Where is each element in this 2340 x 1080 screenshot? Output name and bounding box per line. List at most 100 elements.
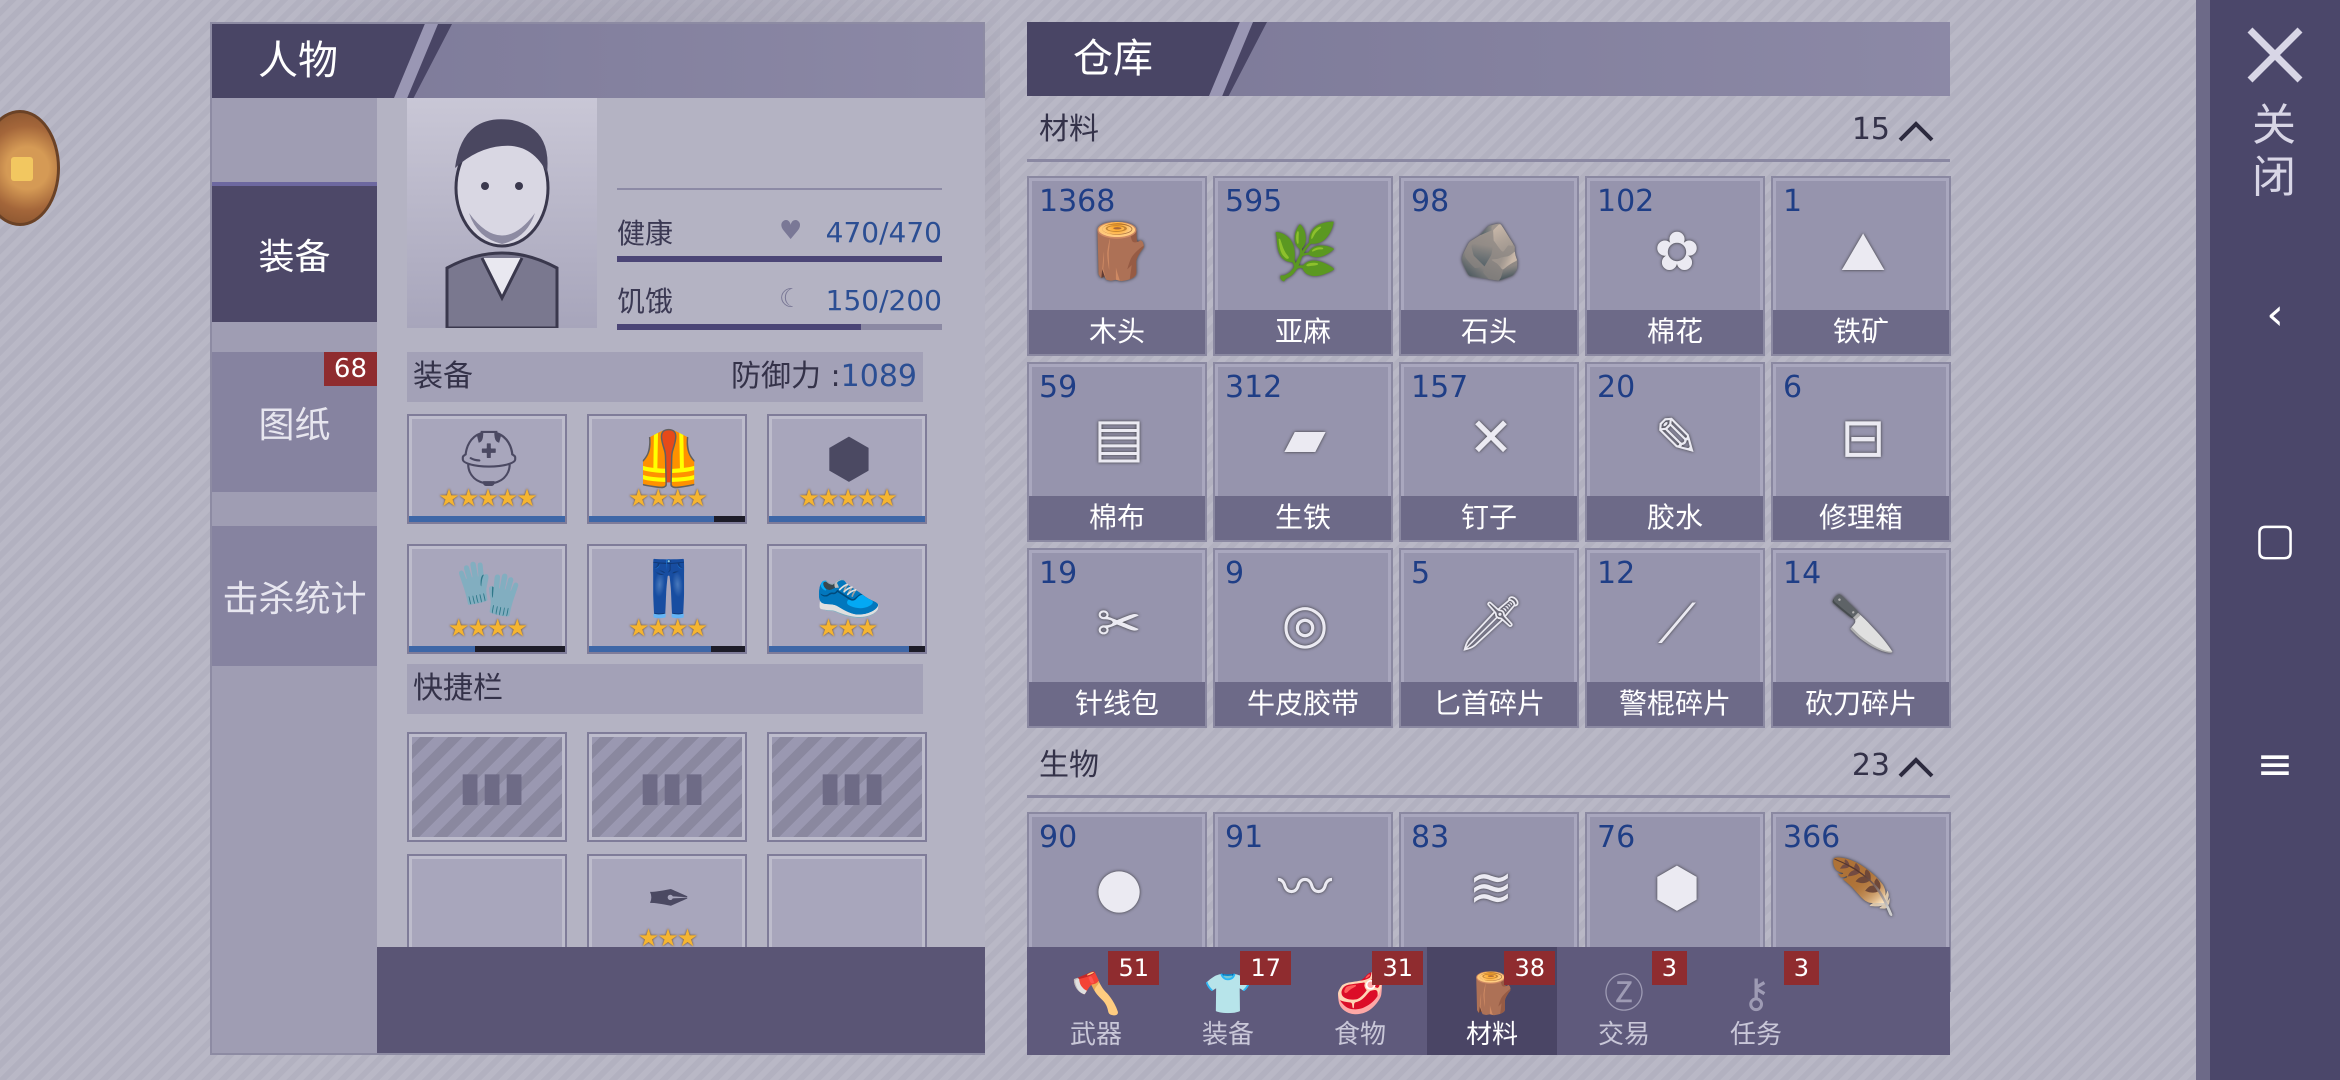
home-icon[interactable]: ▢ [2250,515,2300,565]
side-tab-blueprints[interactable]: 图纸 68 [212,352,377,492]
inventory-item[interactable]: 595 🌿 亚麻 [1213,176,1393,356]
side-tab-label: 图纸 [258,405,331,446]
quickbar-slot-locked[interactable]: ▮▮▮ [767,732,927,842]
inventory-item[interactable]: 5 🗡 匕首碎片 [1399,548,1579,728]
item-icon: ⟋ [1658,592,1696,655]
item-name: 针线包 [1029,682,1205,726]
inventory-item[interactable]: 1 ⛰ 铁矿 [1771,176,1951,356]
inventory-item[interactable]: 98 🪨 石头 [1399,176,1579,356]
badge-count: 68 [323,352,377,386]
category-tab-key[interactable]: ⚷ 任务 3 [1691,947,1821,1055]
durability-bar [769,646,925,652]
star-rating: ★★★★ [627,614,708,642]
item-name: 砍刀碎片 [1773,682,1949,726]
equipment-slot[interactable]: 👖 ★★★★ [587,544,747,654]
character-portrait [407,98,597,330]
warehouse-header: 仓库 [1027,22,1950,96]
inventory-item[interactable]: 6 ⊟ 修理箱 [1771,362,1951,542]
quickbar-label: 快捷栏 [413,671,503,706]
quickbar-slot-locked[interactable]: ▮▮▮ [587,732,747,842]
durability-bar [589,516,745,522]
item-name: 胶水 [1587,496,1763,540]
star-rating: ★★★★★ [438,484,538,512]
hunger-value: 150/200 [825,284,942,317]
item-name: 亚麻 [1215,310,1391,354]
category-tab-wood[interactable]: 🪵 材料 38 [1427,947,1557,1055]
item-icon: ⬢ [1653,856,1701,919]
stomach-icon: ☾ [779,284,803,314]
heart-icon: ♥ [779,216,803,246]
inventory-item[interactable]: 59 ▤ 棉布 [1027,362,1207,542]
health-stat: 健康 ♥ 470/470 [617,202,942,262]
inventory-item[interactable]: 20 ✎ 胶水 [1585,362,1765,542]
item-quantity: 1 [1783,184,1803,219]
inventory-item[interactable]: 9 ◎ 牛皮胶带 [1213,548,1393,728]
hunger-label: 饥饿 [617,285,674,318]
ammo-icon: ▮▮▮ [459,764,526,810]
equipment-slot[interactable]: 👟 ★★★ [767,544,927,654]
item-name: 木头 [1029,310,1205,354]
item-name: 牛皮胶带 [1215,682,1391,726]
equipment-slot[interactable]: 🧤 ★★★★ [407,544,567,654]
badge-count: 17 [1240,951,1291,985]
warehouse-title: 仓库 [1027,22,1267,96]
inventory-item[interactable]: 12 ⟋ 警棍碎片 [1585,548,1765,728]
badge-count: 3 [1783,951,1819,985]
item-icon: 🪵 [1085,220,1153,283]
menu-icon[interactable]: ≡ [2250,740,2300,790]
item-name: 生铁 [1215,496,1391,540]
category-tab-axe[interactable]: 🪓 武器 51 [1031,947,1161,1055]
side-tab-kill-stats[interactable]: 击杀统计 [212,526,377,666]
equipment-slot[interactable]: 🦺 ★★★★ [587,414,747,524]
tab-label: 交易 [1597,1020,1650,1050]
item-icon: 🔪 [1829,592,1897,655]
inventory-item[interactable]: 157 ✕ 钉子 [1399,362,1579,542]
close-icon[interactable] [2240,20,2310,90]
item-icon: ✿ [1654,220,1700,283]
back-icon[interactable]: ‹ [2250,290,2300,340]
item-icon: 〰 [1278,856,1332,919]
warehouse-panel: 仓库 材料 15 1368 🪵 木头 595 🌿 亚麻 98 🪨 石头 102 ✿ 棉花 1 ⛰… [1027,22,1951,1055]
star-rating: ★★★ [817,614,879,642]
item-icon: 🗡 [1456,592,1526,655]
inventory-item[interactable]: 312 ▰ 生铁 [1213,362,1393,542]
category-tab-meat[interactable]: 🥩 食物 31 [1295,947,1425,1055]
chevron-up-icon[interactable] [1896,748,1936,788]
category-tab-shirt[interactable]: 👕 装备 17 [1163,947,1293,1055]
inventory-item[interactable]: 14 🔪 砍刀碎片 [1771,548,1951,728]
item-name: 铁矿 [1773,310,1949,354]
chest-icon [11,157,33,181]
item-icon: ✂ [1096,592,1142,655]
inventory-item[interactable]: 1368 🪵 木头 [1027,176,1207,356]
quickbar-section-header: 快捷栏 [407,664,923,714]
category-label: 生物 [1039,748,1099,783]
chevron-up-icon[interactable] [1896,112,1936,152]
star-rating: ★★★★★ [798,484,898,512]
health-label: 健康 [617,217,674,250]
inventory-item[interactable]: 19 ✂ 针线包 [1027,548,1207,728]
close-strip [2196,0,2210,1080]
category-header[interactable]: 材料 15 [1027,102,1950,162]
category-tab-coin[interactable]: Ⓩ 交易 3 [1559,947,1689,1055]
item-name: 钉子 [1401,496,1577,540]
side-tab-equipment[interactable]: 装备 [212,182,377,322]
close-label[interactable]: 关闭 [2246,100,2302,204]
category-count: 15 [1851,112,1890,147]
equipment-slot[interactable]: ⬢ ★★★★★ [767,414,927,524]
durability-bar [589,646,745,652]
equipment-slot[interactable]: ⛑ ★★★★★ [407,414,567,524]
inventory-item[interactable]: 102 ✿ 棉花 [1585,176,1765,356]
item-quantity: 9 [1225,556,1245,591]
item-quantity: 6 [1783,370,1803,405]
health-value: 470/470 [825,216,942,249]
item-icon: 🪨 [1457,220,1525,283]
quickbar-slot-locked[interactable]: ▮▮▮ [407,732,567,842]
category-header[interactable]: 生物 23 [1027,738,1950,798]
item-quantity: 5 [1411,556,1431,591]
durability-bar [769,516,925,522]
badge-count: 51 [1108,951,1159,985]
badge-count: 3 [1651,951,1687,985]
side-tabs: 装备 图纸 68 击杀统计 [212,98,377,1053]
item-icon: ⛰ [1840,220,1886,283]
stat-divider [617,188,942,190]
